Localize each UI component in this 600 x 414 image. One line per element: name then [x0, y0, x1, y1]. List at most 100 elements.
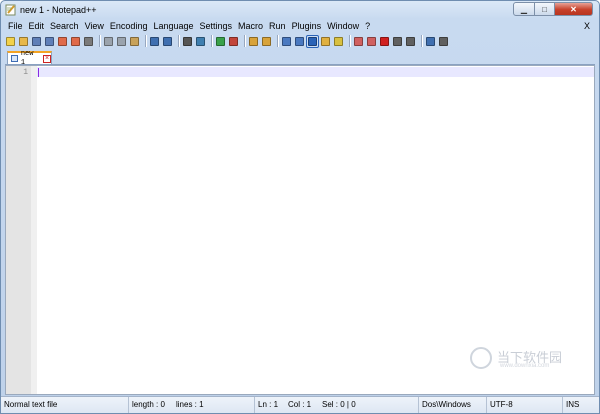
status-sel: Sel : 0 | 0	[319, 397, 419, 413]
zoom-in-icon	[216, 36, 225, 46]
notepadpp-icon	[5, 4, 16, 16]
tab-close-icon[interactable]: ×	[43, 54, 51, 63]
toolbar-separator	[244, 35, 245, 47]
paste-icon	[130, 36, 139, 46]
zoom-out-icon	[229, 36, 238, 46]
save-all-button[interactable]	[44, 36, 55, 47]
find-icon	[183, 36, 192, 46]
function-list-button[interactable]	[353, 36, 364, 47]
save-icon	[32, 36, 41, 46]
new-file-icon	[6, 36, 15, 46]
close-file-button[interactable]	[57, 36, 68, 47]
line-number: 1	[23, 68, 28, 77]
undo-button[interactable]	[149, 36, 160, 47]
text-caret	[38, 68, 39, 77]
toolbar-separator	[349, 35, 350, 47]
status-col: Col : 1	[288, 400, 312, 409]
window-title: new 1 - Notepad++	[20, 5, 97, 15]
toolbar-separator	[211, 35, 212, 47]
redo-button[interactable]	[162, 36, 173, 47]
record-macro-button[interactable]	[379, 36, 390, 47]
close-icon: ✕	[570, 4, 577, 14]
indent-guide-button[interactable]	[306, 34, 319, 48]
zoom-out-button[interactable]	[228, 36, 239, 47]
save-macro-button[interactable]	[438, 36, 449, 47]
close-all-button[interactable]	[70, 36, 81, 47]
cut-button[interactable]	[103, 36, 114, 47]
toolbar	[5, 33, 595, 49]
toolbar-separator	[421, 35, 422, 47]
find-button[interactable]	[182, 36, 193, 47]
menu-file[interactable]: File	[5, 20, 26, 32]
save-macro-icon	[439, 36, 448, 46]
print-button[interactable]	[83, 36, 94, 47]
title-bar[interactable]: new 1 - Notepad++ ▁ □ ✕	[1, 1, 599, 19]
menu-help[interactable]: ?	[362, 20, 373, 32]
run-macro-multiple-icon	[426, 36, 435, 46]
watermark: 当下软件园 www.downxia.com	[470, 343, 580, 373]
replace-button[interactable]	[195, 36, 206, 47]
fold-margin[interactable]	[31, 66, 37, 394]
status-encoding[interactable]: UTF-8	[487, 397, 563, 413]
folder-workspace-icon	[367, 36, 376, 46]
doc-map-button[interactable]	[333, 36, 344, 47]
status-insert-mode[interactable]: INS	[563, 397, 597, 413]
current-line-highlight	[37, 67, 594, 77]
menu-macro[interactable]: Macro	[235, 20, 266, 32]
word-wrap-button[interactable]	[281, 36, 292, 47]
copy-button[interactable]	[116, 36, 127, 47]
menu-encoding[interactable]: Encoding	[107, 20, 151, 32]
play-macro-button[interactable]	[405, 36, 416, 47]
replace-icon	[196, 36, 205, 46]
sync-vertical-button[interactable]	[248, 36, 259, 47]
sync-horizontal-button[interactable]	[261, 36, 272, 47]
stop-macro-icon	[393, 36, 402, 46]
stop-macro-button[interactable]	[392, 36, 403, 47]
menu-edit[interactable]: Edit	[26, 20, 48, 32]
show-all-chars-button[interactable]	[294, 36, 305, 47]
menu-run[interactable]: Run	[266, 20, 289, 32]
open-file-button[interactable]	[18, 36, 29, 47]
close-window-button[interactable]: ✕	[555, 2, 593, 16]
maximize-icon: □	[542, 4, 547, 14]
minimize-button[interactable]: ▁	[513, 2, 535, 16]
function-list-icon	[354, 36, 363, 46]
status-doc-type: Normal text file	[1, 397, 129, 413]
word-wrap-icon	[282, 36, 291, 46]
status-eol[interactable]: Dos\Windows	[419, 397, 487, 413]
menu-window[interactable]: Window	[324, 20, 362, 32]
maximize-button[interactable]: □	[535, 2, 555, 16]
language-button[interactable]	[320, 36, 331, 47]
watermark-subtext: www.downxia.com	[500, 363, 550, 369]
menu-plugins[interactable]: Plugins	[289, 20, 325, 32]
menu-language[interactable]: Language	[150, 20, 196, 32]
status-ln: Ln : 1	[258, 400, 279, 409]
window-controls: ▁ □ ✕	[513, 2, 593, 17]
menu-settings[interactable]: Settings	[197, 20, 236, 32]
tab-strip: new 1 ×	[5, 50, 595, 67]
close-document-button[interactable]: X	[584, 20, 590, 32]
language-icon	[321, 36, 330, 46]
menu-view[interactable]: View	[82, 20, 107, 32]
notepadpp-window: new 1 - Notepad++ ▁ □ ✕ File Edit Search…	[0, 0, 600, 414]
status-length: length : 0	[132, 400, 165, 409]
save-button[interactable]	[31, 36, 42, 47]
sync-horizontal-icon	[262, 36, 271, 46]
cut-icon	[104, 36, 113, 46]
indent-guide-icon	[308, 36, 317, 46]
tab-new-1[interactable]: new 1 ×	[7, 50, 52, 67]
show-all-chars-icon	[295, 36, 304, 46]
redo-icon	[163, 36, 172, 46]
paste-button[interactable]	[129, 36, 140, 47]
minimize-icon: ▁	[520, 4, 528, 14]
toolbar-separator	[99, 35, 100, 47]
run-macro-multiple-button[interactable]	[425, 36, 436, 47]
editor-area[interactable]: 1 当下软件园 www.downxia.com	[5, 65, 595, 395]
close-all-icon	[71, 36, 80, 46]
folder-workspace-button[interactable]	[366, 36, 377, 47]
menu-search[interactable]: Search	[47, 20, 82, 32]
toolbar-separator	[277, 35, 278, 47]
close-file-icon	[58, 36, 67, 46]
zoom-in-button[interactable]	[215, 36, 226, 47]
new-file-button[interactable]	[5, 36, 16, 47]
